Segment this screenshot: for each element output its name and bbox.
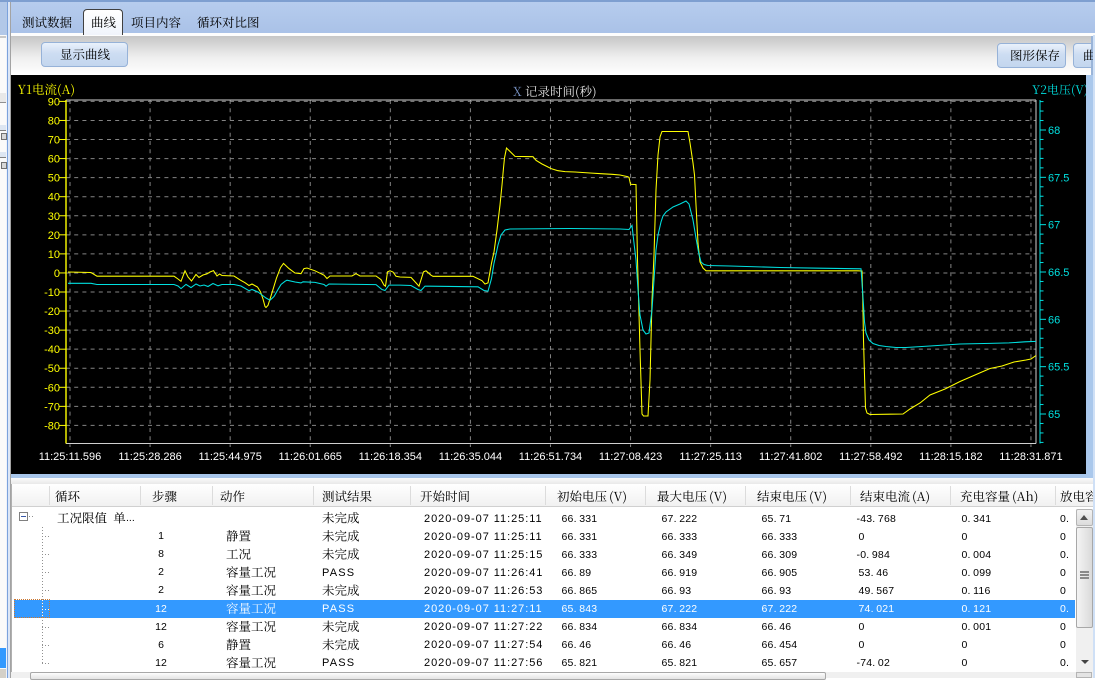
svg-text:-50: -50 xyxy=(44,363,60,375)
svg-text:68: 68 xyxy=(1048,125,1060,137)
svg-text:11:25:11.596: 11:25:11.596 xyxy=(39,451,102,463)
svg-text:70: 70 xyxy=(48,135,60,147)
svg-text:65: 65 xyxy=(1048,409,1060,421)
svg-text:-60: -60 xyxy=(44,382,60,394)
svg-text:11:27:25.113: 11:27:25.113 xyxy=(679,451,742,463)
svg-text:65.5: 65.5 xyxy=(1048,362,1069,374)
svg-text:-70: -70 xyxy=(44,401,60,413)
svg-text:-30: -30 xyxy=(44,325,60,337)
svg-text:11:26:01.665: 11:26:01.665 xyxy=(279,451,342,463)
svg-text:90: 90 xyxy=(48,96,60,108)
svg-text:11:27:41.802: 11:27:41.802 xyxy=(759,451,822,463)
svg-text:40: 40 xyxy=(48,192,60,204)
svg-text:-10: -10 xyxy=(44,287,60,299)
svg-text:60: 60 xyxy=(48,154,60,166)
svg-text:11:28:31.871: 11:28:31.871 xyxy=(999,451,1062,463)
svg-text:-40: -40 xyxy=(44,344,60,356)
svg-text:30: 30 xyxy=(48,211,60,223)
svg-text:11:28:15.182: 11:28:15.182 xyxy=(919,451,982,463)
svg-text:11:27:08.423: 11:27:08.423 xyxy=(599,451,662,463)
svg-text:11:27:58.492: 11:27:58.492 xyxy=(839,451,902,463)
svg-text:0: 0 xyxy=(54,268,60,280)
svg-text:66: 66 xyxy=(1048,314,1060,326)
svg-text:-20: -20 xyxy=(44,306,60,318)
svg-text:-80: -80 xyxy=(44,420,60,432)
svg-text:66.5: 66.5 xyxy=(1048,267,1069,279)
svg-text:11:25:44.975: 11:25:44.975 xyxy=(198,451,261,463)
svg-text:80: 80 xyxy=(48,115,60,127)
svg-text:11:25:28.286: 11:25:28.286 xyxy=(118,451,181,463)
svg-text:67: 67 xyxy=(1048,220,1060,232)
svg-text:50: 50 xyxy=(48,173,60,185)
svg-text:10: 10 xyxy=(48,249,60,261)
svg-text:67.5: 67.5 xyxy=(1048,172,1069,184)
svg-text:11:26:18.354: 11:26:18.354 xyxy=(359,451,422,463)
svg-text:11:26:35.044: 11:26:35.044 xyxy=(439,451,502,463)
svg-text:11:26:51.734: 11:26:51.734 xyxy=(519,451,582,463)
svg-text:20: 20 xyxy=(48,230,60,242)
